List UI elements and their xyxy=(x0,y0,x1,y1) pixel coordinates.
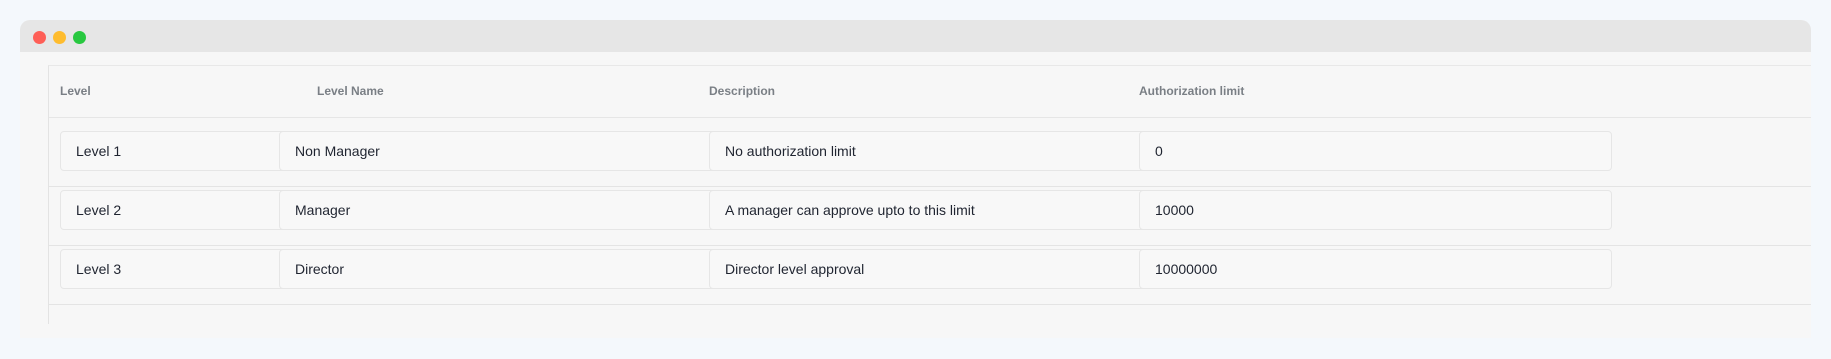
level-field[interactable]: Level 2 xyxy=(60,190,295,230)
maximize-window-button[interactable] xyxy=(73,31,86,44)
authorization-limit-field[interactable]: 0 xyxy=(1139,131,1612,171)
minimize-window-button[interactable] xyxy=(53,31,66,44)
level-name-field[interactable]: Director xyxy=(279,249,761,289)
level-field[interactable]: Level 3 xyxy=(60,249,295,289)
window-titlebar xyxy=(20,20,1811,52)
app-window: Level Level Name Description Authorizati… xyxy=(20,20,1811,338)
column-header-description: Description xyxy=(709,84,776,98)
table-row: Level 3 Director Director level approval… xyxy=(49,236,1811,305)
authorization-levels-table: Level Level Name Description Authorizati… xyxy=(48,65,1811,324)
level-name-field[interactable]: Non Manager xyxy=(279,131,761,171)
description-field[interactable]: Director level approval xyxy=(709,249,1190,289)
authorization-limit-field[interactable]: 10000000 xyxy=(1139,249,1612,289)
level-name-field[interactable]: Manager xyxy=(279,190,761,230)
column-header-level-name: Level Name xyxy=(317,84,384,98)
authorization-limit-field[interactable]: 10000 xyxy=(1139,190,1612,230)
table-header: Level Level Name Description Authorizati… xyxy=(49,66,1811,118)
close-window-button[interactable] xyxy=(33,31,46,44)
column-header-authorization-limit: Authorization limit xyxy=(1139,84,1245,98)
level-field[interactable]: Level 1 xyxy=(60,131,295,171)
column-header-level: Level xyxy=(60,84,91,98)
description-field[interactable]: A manager can approve upto to this limit xyxy=(709,190,1190,230)
description-field[interactable]: No authorization limit xyxy=(709,131,1190,171)
